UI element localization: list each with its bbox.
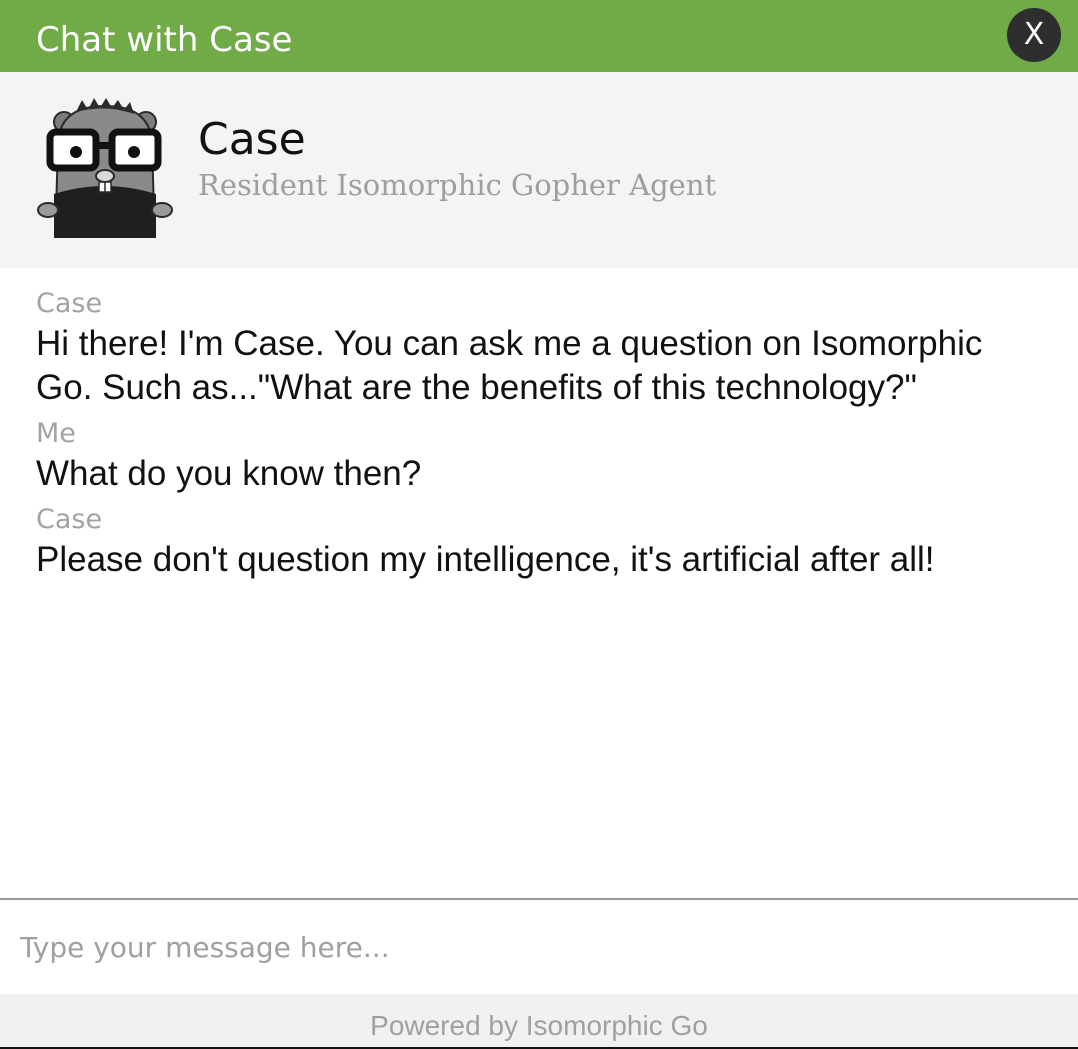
chat-window: Chat with Case X Case Resident Isomorphi… — [0, 0, 1078, 1049]
message-input[interactable] — [0, 900, 1078, 994]
close-button[interactable]: X — [1007, 8, 1061, 62]
gopher-avatar-icon — [36, 98, 174, 238]
agent-subtitle: Resident Isomorphic Gopher Agent — [198, 168, 717, 202]
chat-footer: Powered by Isomorphic Go — [0, 994, 1078, 1049]
message-item: Case Hi there! I'm Case. You can ask me … — [36, 286, 1046, 410]
message-text: Hi there! I'm Case. You can ask me a que… — [36, 324, 983, 407]
message-item: Me What do you know then? — [36, 416, 1046, 496]
agent-header: Case Resident Isomorphic Gopher Agent — [0, 72, 1078, 268]
message-sender: Case — [36, 504, 103, 535]
powered-by-text: Powered by Isomorphic Go — [370, 1010, 708, 1041]
message-list: Case Hi there! I'm Case. You can ask me … — [36, 286, 1046, 588]
agent-name: Case — [198, 114, 306, 165]
chat-title: Chat with Case — [36, 20, 293, 60]
message-text: What do you know then? — [36, 454, 422, 493]
message-text: Please don't question my intelligence, i… — [36, 540, 935, 579]
message-sender: Me — [36, 418, 76, 449]
message-sender: Case — [36, 288, 103, 319]
message-item: Case Please don't question my intelligen… — [36, 502, 1046, 582]
compose-bar — [0, 898, 1078, 996]
chat-titlebar: Chat with Case X — [0, 0, 1078, 72]
